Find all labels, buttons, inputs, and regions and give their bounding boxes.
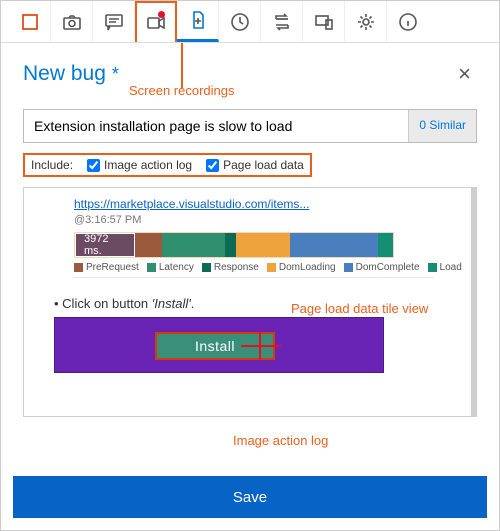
- form-header: New bug * Screen recordings ×: [1, 43, 499, 99]
- page-load-data-label: Page load data: [223, 158, 304, 172]
- new-workitem-button[interactable]: [177, 1, 219, 42]
- timeline-legend: PreRequest Latency Response DomLoading DomCo…: [74, 262, 434, 278]
- step1-prefix: • Click on button: [54, 296, 152, 311]
- legend-swatch: [202, 263, 211, 272]
- timeline-seg-domcomplete: [290, 233, 378, 257]
- legend-swatch: [267, 263, 276, 272]
- info-button[interactable]: [387, 1, 429, 42]
- stop-icon: [20, 12, 40, 32]
- note-button[interactable]: [93, 1, 135, 42]
- legend-swatch: [74, 263, 83, 272]
- repeat-icon: [272, 12, 292, 32]
- add-document-icon: [188, 10, 208, 30]
- step1-target: 'Install': [152, 296, 191, 311]
- include-options: Include: Image action log Page load data: [23, 153, 312, 177]
- similar-bugs-button[interactable]: 0 Similar: [408, 110, 476, 142]
- image-action-log-label: Image action log: [104, 158, 192, 172]
- screenshot-button[interactable]: [51, 1, 93, 42]
- bug-title-input[interactable]: [24, 110, 408, 142]
- legend-domcomplete: DomComplete: [344, 262, 420, 273]
- top-toolbar: [1, 1, 499, 43]
- devices-button[interactable]: [303, 1, 345, 42]
- page-load-timeline-chart: 3972 ms.: [74, 232, 394, 258]
- legend-swatch: [428, 263, 437, 272]
- save-button[interactable]: Save: [13, 476, 487, 518]
- page-url-link[interactable]: https://marketplace.visualstudio.com/ite…: [74, 197, 309, 211]
- include-label: Include:: [31, 158, 73, 172]
- legend-prerequest: PreRequest: [74, 262, 139, 273]
- legend-swatch: [344, 263, 353, 272]
- legend-domloading: DomLoading: [267, 262, 336, 273]
- image-action-screenshot: Install: [54, 317, 384, 373]
- annotation-page-load-tile: Page load data tile view: [291, 301, 428, 316]
- total-ms-badge: 3972 ms.: [75, 233, 135, 257]
- timeline-button[interactable]: [219, 1, 261, 42]
- settings-button[interactable]: [345, 1, 387, 42]
- annotation-image-action-log: Image action log: [233, 433, 328, 448]
- timeline-seg-latency: [162, 233, 224, 257]
- timeline-seg-load: [378, 233, 393, 257]
- annotation-screen-recordings: Screen recordings: [129, 83, 235, 98]
- timeline-seg-domloading: [236, 233, 289, 257]
- screen-recording-button[interactable]: [135, 1, 177, 42]
- page-title: New bug: [23, 62, 106, 86]
- reload-button[interactable]: [261, 1, 303, 42]
- timeline-seg-prerequest: [135, 233, 162, 257]
- click-crosshair-v: [259, 332, 261, 360]
- comment-icon: [104, 12, 124, 32]
- close-button[interactable]: ×: [452, 57, 477, 91]
- devices-icon: [314, 12, 334, 32]
- legend-swatch: [147, 263, 156, 272]
- dirty-indicator: *: [112, 64, 119, 85]
- legend-response: Response: [202, 262, 259, 273]
- camera-icon: [62, 12, 82, 32]
- image-action-log-checkbox[interactable]: [87, 159, 100, 172]
- page-load-timestamp: @3:16:57 PM: [74, 214, 141, 226]
- stop-recording-button[interactable]: [9, 1, 51, 42]
- legend-latency: Latency: [147, 262, 194, 273]
- include-page-load-data[interactable]: Page load data: [206, 158, 304, 172]
- include-image-action-log[interactable]: Image action log: [87, 158, 192, 172]
- bug-title-row: 0 Similar: [23, 109, 477, 143]
- legend-load: Load: [428, 262, 462, 273]
- recording-indicator-dot: [158, 11, 165, 18]
- timeline-seg-response: [225, 233, 237, 257]
- step1-suffix: .: [191, 296, 195, 311]
- info-icon: [398, 12, 418, 32]
- page-load-data-checkbox[interactable]: [206, 159, 219, 172]
- gear-icon: [356, 12, 376, 32]
- clock-icon: [230, 12, 250, 32]
- click-crosshair-h: [241, 345, 281, 347]
